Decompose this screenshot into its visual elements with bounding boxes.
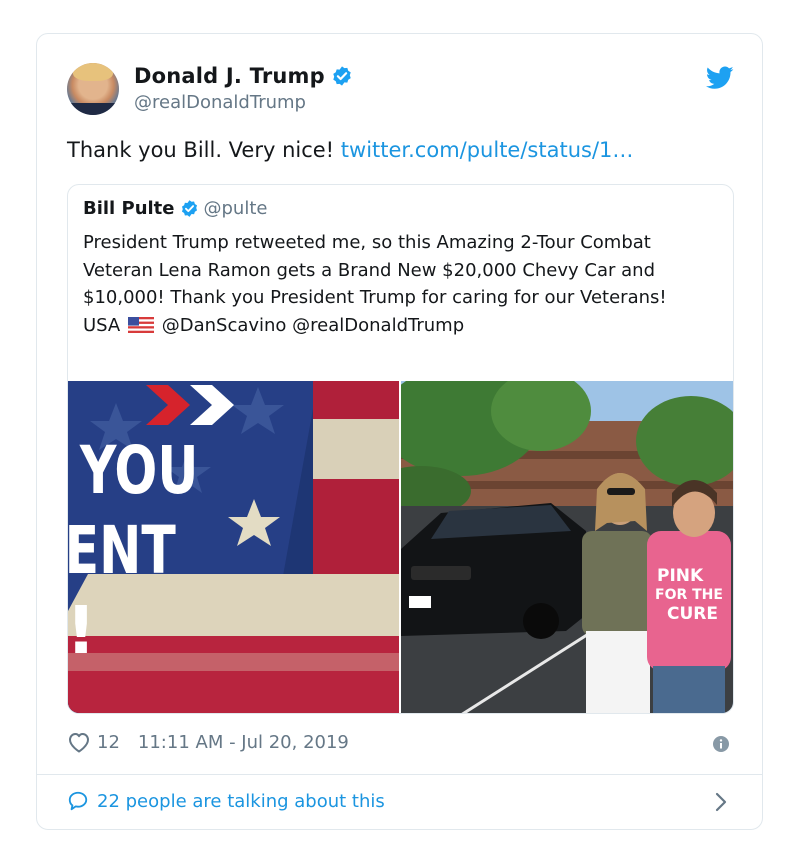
tweet-body: Thank you Bill. Very nice! (67, 138, 335, 162)
embedded-tweet-card[interactable]: Donald J. Trump @realDonaldTrump Thank y… (36, 33, 763, 830)
shirt-text-1: PINK (657, 566, 704, 586)
verified-badge-icon (333, 66, 351, 86)
tweet-timestamp[interactable]: 11:11 AM - Jul 20, 2019 (138, 732, 349, 753)
like-count[interactable]: 12 (97, 732, 120, 753)
chevron-right-icon[interactable] (714, 792, 728, 812)
card-divider (37, 774, 762, 775)
shirt-text-3: CURE (667, 604, 718, 624)
tweet-meta: 12 11:11 AM - Jul 20, 2019 (67, 731, 349, 753)
info-icon[interactable] (713, 736, 729, 752)
us-flag-emoji-icon (127, 316, 154, 333)
tweet-text: Thank you Bill. Very nice! twitter.com/p… (67, 138, 633, 162)
quoted-media-right-image[interactable]: PINK FOR THE CURE (401, 381, 733, 713)
left-image-word-1: YOU (79, 433, 198, 510)
quoted-text-mentions: @DanScavino @realDonaldTrump (161, 314, 465, 336)
heart-icon[interactable] (67, 731, 91, 753)
verified-badge-icon (181, 200, 197, 217)
author-name[interactable]: Donald J. Trump (134, 64, 325, 88)
quoted-tweet-text: President Trump retweeted me, so this Am… (83, 229, 703, 339)
twitter-bird-icon[interactable] (706, 66, 734, 90)
author-handle[interactable]: @realDonaldTrump (134, 92, 306, 113)
left-image-word-3: ! (68, 592, 96, 669)
author-avatar[interactable] (67, 63, 119, 115)
quoted-author-name: Bill Pulte (83, 198, 175, 219)
quoted-tweet[interactable]: Bill Pulte @pulte President Trump retwee… (67, 184, 734, 714)
left-image-word-2: ENT (68, 513, 176, 590)
conversation-text[interactable]: 22 people are talking about this (97, 791, 385, 812)
quoted-media-left-image[interactable]: YOU ENT ! (68, 381, 399, 713)
quoted-author-line: Bill Pulte @pulte (83, 198, 267, 219)
author-name-line: Donald J. Trump (134, 64, 353, 88)
shirt-text-2: FOR THE (655, 587, 723, 603)
conversation-link[interactable]: 22 people are talking about this (67, 790, 385, 812)
tweet-link[interactable]: twitter.com/pulte/status/1… (341, 138, 634, 162)
comment-bubble-icon (68, 791, 88, 811)
quoted-author-handle: @pulte (203, 198, 268, 219)
